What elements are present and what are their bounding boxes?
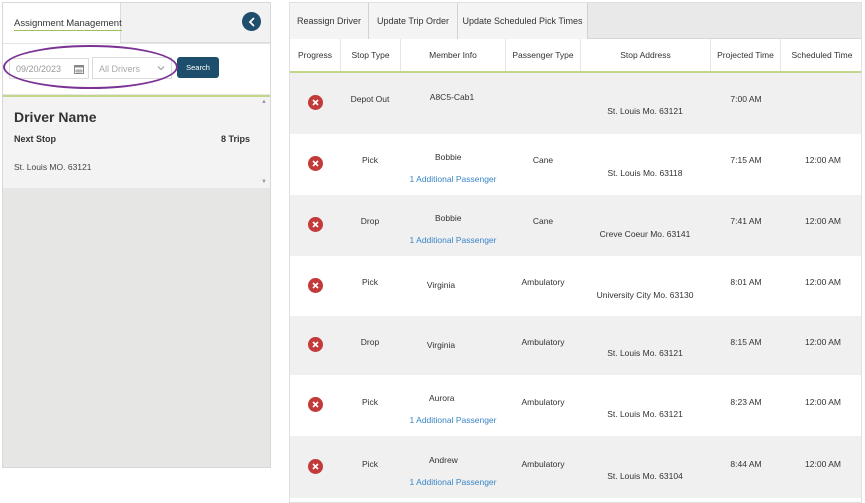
stop-address: St. Louis Mo. 63121 — [607, 106, 683, 116]
update-scheduled-pick-times-button[interactable]: Update Scheduled Pick Times — [458, 3, 588, 39]
update-trip-order-button[interactable]: Update Trip Order — [369, 3, 458, 39]
trip-table-panel: Reassign Driver Update Trip Order Update… — [289, 2, 862, 503]
next-stop-label: Next Stop — [14, 134, 57, 144]
member-name: Virginia — [426, 340, 456, 350]
tab-label: Assignment Management — [14, 18, 122, 31]
member-name: Andrew — [429, 455, 458, 465]
column-header[interactable]: Passenger Type — [506, 39, 581, 71]
projected-time: 8:44 AM — [730, 459, 762, 469]
panel-header: Assignment Management — [3, 3, 270, 43]
driver-card[interactable]: ▲ Driver Name Next Stop 8 Trips St. Loui… — [3, 95, 270, 188]
stop-type: Drop — [360, 216, 380, 226]
scroll-up-icon[interactable]: ▲ — [261, 99, 267, 105]
stop-type: Pick — [361, 459, 379, 469]
stop-address: Creve Coeur Mo. 63141 — [599, 229, 691, 239]
scheduled-time: 12:00 AM — [805, 277, 841, 287]
x-circle-icon[interactable] — [308, 95, 323, 110]
x-circle-icon[interactable] — [308, 337, 323, 352]
scroll-down-icon[interactable]: ▼ — [261, 179, 267, 185]
projected-time: 8:01 AM — [730, 277, 762, 287]
additional-passenger-link[interactable]: 1 Additional Passenger — [410, 235, 497, 245]
driver-select[interactable]: All Drivers — [92, 57, 172, 79]
stop-type: Pick — [361, 277, 379, 287]
passenger-type: Ambulatory — [521, 337, 565, 347]
passenger-type: Ambulatory — [521, 277, 565, 287]
projected-time: 7:15 AM — [730, 155, 762, 165]
chevron-left-icon — [248, 17, 254, 26]
scheduled-time: 12:00 AM — [805, 337, 841, 347]
projected-time: 8:23 AM — [730, 397, 762, 407]
stop-type: Pick — [361, 397, 379, 407]
passenger-type: Cane — [532, 155, 554, 165]
passenger-type: Cane — [532, 216, 554, 226]
projected-time: 7:00 AM — [730, 94, 762, 104]
table-row[interactable]: Pick Bobbie 1 Additional Passenger Cane … — [290, 134, 861, 195]
column-header[interactable]: Stop Address — [581, 39, 711, 71]
member-name: A8C5-Cab1 — [429, 92, 475, 102]
date-picker[interactable]: 09/20/2023 — [9, 58, 89, 79]
table-row[interactable]: Depot Out A8C5-Cab1 St. Louis Mo. 63121 … — [290, 73, 861, 134]
x-circle-icon[interactable] — [308, 156, 323, 171]
scheduled-time: 12:00 AM — [805, 155, 841, 165]
x-circle-icon[interactable] — [308, 278, 323, 293]
column-header[interactable]: Progress — [290, 39, 341, 71]
scheduled-time: 12:00 AM — [805, 397, 841, 407]
tab-assignment-management[interactable]: Assignment Management — [3, 3, 122, 43]
table-row[interactable]: Pick Andrew 1 Additional Passenger Ambul… — [290, 436, 861, 498]
stop-address: University City Mo. 63130 — [596, 290, 694, 300]
stop-address: St. Louis Mo. 63118 — [607, 168, 683, 178]
action-toolbar: Reassign Driver Update Trip Order Update… — [290, 3, 861, 39]
trip-count: 8 Trips — [220, 134, 250, 144]
stop-address: St. Louis Mo. 63121 — [607, 409, 683, 419]
projected-time: 8:15 AM — [730, 337, 762, 347]
table-row[interactable]: Drop Virginia Ambulatory St. Louis Mo. 6… — [290, 316, 861, 375]
table-row[interactable]: Drop Bobbie 1 Additional Passenger Cane … — [290, 195, 861, 256]
additional-passenger-link[interactable]: 1 Additional Passenger — [410, 415, 497, 425]
member-name: Aurora — [429, 393, 455, 403]
member-name: Bobbie — [435, 213, 462, 223]
stop-type: Pick — [361, 155, 379, 165]
collapse-button[interactable] — [242, 12, 261, 31]
scheduled-time: 12:00 AM — [805, 459, 841, 469]
column-header[interactable]: Stop Type — [341, 39, 401, 71]
column-header[interactable]: Scheduled Time — [781, 39, 861, 71]
chevron-down-icon — [157, 66, 165, 71]
filter-bar: 09/20/2023 All Drivers Search — [3, 44, 270, 94]
additional-passenger-link[interactable]: 1 Additional Passenger — [410, 477, 497, 487]
stop-type: Drop — [360, 337, 380, 347]
date-value: 09/20/2023 — [16, 64, 62, 74]
column-header[interactable]: Projected Time — [711, 39, 781, 71]
column-header[interactable]: Member Info — [401, 39, 506, 71]
x-circle-icon[interactable] — [308, 397, 323, 412]
driver-name: Driver Name — [14, 109, 97, 125]
stop-type: Depot Out — [350, 94, 390, 104]
member-name: Virginia — [426, 280, 456, 290]
table-row[interactable]: Pick Aurora 1 Additional Passenger Ambul… — [290, 375, 861, 436]
calendar-icon[interactable] — [74, 64, 84, 74]
reassign-driver-button[interactable]: Reassign Driver — [290, 3, 369, 39]
projected-time: 7:41 AM — [730, 216, 762, 226]
passenger-type: Ambulatory — [521, 397, 565, 407]
scheduled-time: 12:00 AM — [805, 216, 841, 226]
table-row[interactable]: Pick Virginia Ambulatory University City… — [290, 256, 861, 316]
search-button[interactable]: Search — [177, 57, 219, 78]
assignment-panel: Assignment Management 09/20/2023 All Dri… — [2, 2, 271, 468]
member-name: Bobbie — [435, 152, 462, 162]
next-stop-address: St. Louis MO. 63121 — [14, 162, 92, 172]
additional-passenger-link[interactable]: 1 Additional Passenger — [410, 174, 497, 184]
stop-address: St. Louis Mo. 63121 — [607, 348, 683, 358]
passenger-type: Ambulatory — [521, 459, 565, 469]
stop-address: St. Louis Mo. 63104 — [607, 471, 683, 481]
table-header: Progress Stop Type Member Info Passenger… — [290, 39, 861, 73]
driver-select-value: All Drivers — [99, 64, 141, 74]
x-circle-icon[interactable] — [308, 217, 323, 232]
x-circle-icon[interactable] — [308, 459, 323, 474]
